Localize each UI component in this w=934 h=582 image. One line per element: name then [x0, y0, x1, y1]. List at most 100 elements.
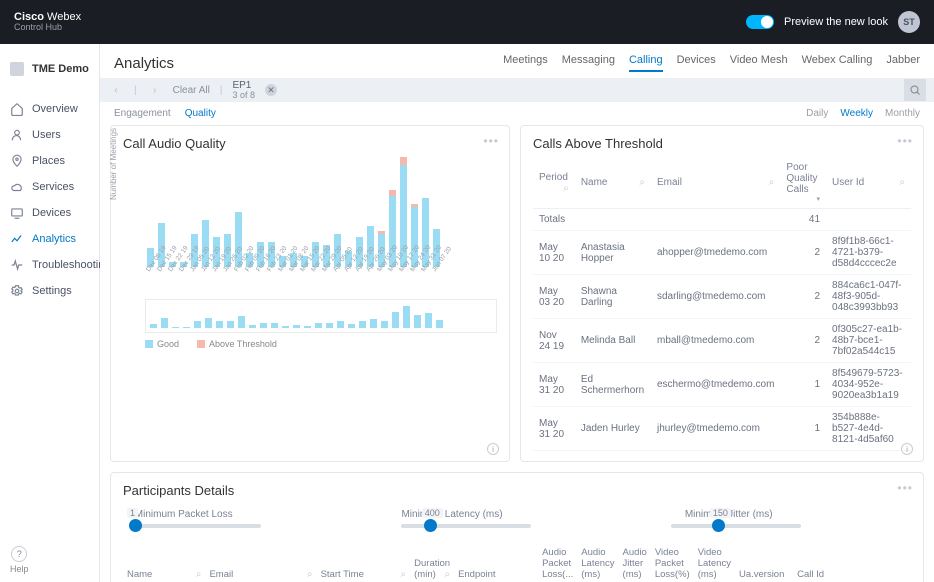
th-email[interactable]: Email⌕ [651, 157, 780, 209]
slider-thumb[interactable] [712, 519, 725, 532]
sidebar-item-troubleshooting[interactable]: Troubleshooting [0, 252, 99, 278]
table-row[interactable]: May 10 20Anastasia Hopperahopper@tmedemo… [533, 231, 911, 275]
help-icon[interactable]: ? [11, 546, 27, 562]
sidebar-item-devices[interactable]: Devices [0, 200, 99, 226]
global-header: Cisco Webex Control Hub Preview the new … [0, 0, 934, 44]
sidebar-item-users[interactable]: Users [0, 122, 99, 148]
tab-calling[interactable]: Calling [629, 54, 663, 72]
preview-toggle[interactable] [746, 15, 774, 29]
slider-jitter[interactable]: 150 [671, 524, 801, 528]
filter-search[interactable] [904, 79, 926, 101]
avatar[interactable]: ST [898, 11, 920, 33]
search-icon[interactable]: ⌕ [769, 177, 775, 188]
tab-webex-calling[interactable]: Webex Calling [802, 54, 873, 72]
table-row[interactable]: May 31 20Ed Schermerhorneschermo@tmedemo… [533, 363, 911, 407]
th-ajit[interactable]: Audio Jitter (ms) [619, 542, 651, 582]
main-content: Analytics Meetings Messaging Calling Dev… [100, 44, 934, 582]
range-monthly[interactable]: Monthly [885, 108, 920, 119]
nav-label: Analytics [32, 233, 76, 245]
th-duration[interactable]: Duration (min)⌕ [410, 542, 454, 582]
search-icon[interactable]: ⌕ [563, 183, 569, 194]
card-title: Call Audio Quality [123, 136, 497, 151]
org-switcher[interactable]: TME Demo [0, 56, 99, 82]
th-apl[interactable]: Audio Packet Loss(... [538, 542, 577, 582]
th-endpoint[interactable]: Endpoint [454, 542, 538, 582]
user-icon [10, 128, 24, 142]
cloud-icon [10, 180, 24, 194]
search-icon[interactable]: ⌕ [444, 569, 450, 580]
sidebar-item-places[interactable]: Places [0, 148, 99, 174]
info-icon[interactable]: i [487, 443, 499, 455]
tab-jabber[interactable]: Jabber [886, 54, 920, 72]
th-vlat[interactable]: Video Latency (ms) [694, 542, 735, 582]
nav-label: Users [32, 129, 61, 141]
legend-bad: Above Threshold [209, 339, 277, 349]
slider-label-packet: Minimum Packet Loss [127, 509, 233, 520]
sidebar-item-services[interactable]: Services [0, 174, 99, 200]
filter-chip[interactable]: EP1 3 of 8 [232, 80, 255, 101]
page-title: Analytics [114, 55, 174, 72]
subtab-quality[interactable]: Quality [185, 108, 216, 119]
slider-latency[interactable]: 400 [401, 524, 531, 528]
th-vpl[interactable]: Video Packet Loss(%) [651, 542, 694, 582]
th-email[interactable]: Email⌕ [205, 542, 316, 582]
th-name[interactable]: Name⌕ [123, 542, 205, 582]
card-menu-icon[interactable]: ••• [483, 134, 499, 148]
table-row[interactable]: May 03 20Shawna Darlingsdarling@tmedemo.… [533, 275, 911, 319]
table-row[interactable]: May 31 20Jaden Hurleyjhurley@tmedemo.com… [533, 407, 911, 451]
slider-thumb[interactable] [424, 519, 437, 532]
clear-all[interactable]: Clear All [173, 85, 210, 96]
search-icon[interactable]: ⌕ [196, 569, 202, 580]
sidebar-item-analytics[interactable]: Analytics [0, 226, 99, 252]
slider-packet-loss[interactable]: 1 [131, 524, 261, 528]
card-audio-quality: ••• Call Audio Quality Number of Meeting… [110, 125, 510, 462]
legend-good: Good [157, 339, 179, 349]
th-period[interactable]: Period⌕ [533, 157, 575, 209]
th-name[interactable]: Name⌕ [575, 157, 651, 209]
tab-devices[interactable]: Devices [677, 54, 716, 72]
range-daily[interactable]: Daily [806, 108, 828, 119]
card-title: Participants Details [123, 483, 911, 498]
subtab-engagement[interactable]: Engagement [114, 108, 171, 119]
th-uid[interactable]: User Id⌕ [826, 157, 911, 209]
table-row[interactable]: Nov 24 19Melinda Ballmball@tmedemo.com20… [533, 319, 911, 363]
slider-label-latency: Minimum Latency (ms) [397, 509, 503, 520]
range-tabs: Daily Weekly Monthly [806, 108, 920, 119]
search-icon[interactable]: ⌕ [899, 177, 905, 188]
threshold-table: Period⌕ Name⌕ Email⌕ Poor Quality Calls▾… [533, 157, 911, 451]
th-alat[interactable]: Audio Latency (ms) [577, 542, 618, 582]
legend-sw-good [145, 340, 153, 348]
tab-messaging[interactable]: Messaging [562, 54, 615, 72]
search-icon[interactable]: ⌕ [639, 177, 645, 188]
participants-table: Name⌕ Email⌕ Start Time⌕ Duration (min)⌕… [123, 542, 934, 582]
help-widget[interactable]: ? Help [10, 546, 29, 574]
sidebar-item-overview[interactable]: Overview [0, 96, 99, 122]
th-cid[interactable]: Call Id [793, 542, 934, 582]
brand: Cisco Webex Control Hub [14, 11, 81, 33]
th-uav[interactable]: Ua.version [735, 542, 793, 582]
card-threshold: ••• Calls Above Threshold Period⌕ Name⌕ … [520, 125, 924, 462]
search-icon[interactable]: ⌕ [401, 569, 407, 580]
th-start[interactable]: Start Time⌕ [317, 542, 411, 582]
nav-label: Settings [32, 285, 72, 297]
overview-chart[interactable] [145, 299, 497, 333]
card-menu-icon[interactable]: ••• [897, 134, 913, 148]
filter-prev[interactable]: ‹ [108, 85, 124, 96]
th-pq[interactable]: Poor Quality Calls▾ [780, 157, 826, 209]
preview-label: Preview the new look [784, 16, 888, 28]
nav-label: Overview [32, 103, 78, 115]
tab-meetings[interactable]: Meetings [503, 54, 548, 72]
chart-legend: Good Above Threshold [145, 339, 497, 349]
chip-remove-icon[interactable]: ✕ [265, 84, 277, 96]
sidebar-item-settings[interactable]: Settings [0, 278, 99, 304]
slider-thumb[interactable] [129, 519, 142, 532]
info-icon[interactable]: i [901, 443, 913, 455]
filter-next[interactable]: › [147, 85, 163, 96]
tab-video-mesh[interactable]: Video Mesh [730, 54, 788, 72]
search-icon[interactable]: ⌕ [307, 569, 313, 580]
home-icon [10, 102, 24, 116]
card-participants: ••• Participants Details Minimum Packet … [110, 472, 924, 582]
y-axis-label: Number of Meetings [109, 128, 118, 200]
card-menu-icon[interactable]: ••• [897, 481, 913, 495]
range-weekly[interactable]: Weekly [840, 108, 873, 119]
